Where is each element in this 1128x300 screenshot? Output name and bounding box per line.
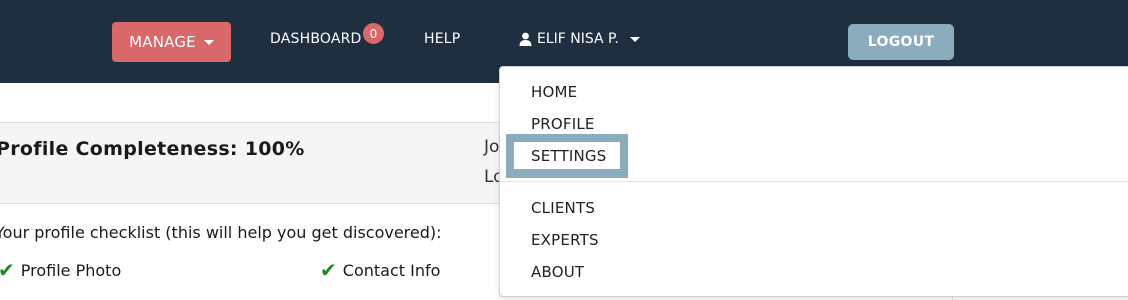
checkmark-icon: ✔	[0, 258, 15, 282]
checklist-item-label: Profile Photo	[20, 260, 122, 280]
caret-down-icon	[203, 39, 214, 45]
menu-item-home[interactable]: HOME	[531, 83, 577, 101]
manage-label: MANAGE	[129, 33, 196, 51]
user-icon	[519, 32, 532, 46]
user-dropdown-menu: HOME PROFILE SETTINGS CLIENTS EXPERTS AB…	[499, 66, 1128, 297]
menu-item-settings[interactable]: SETTINGS	[531, 147, 606, 165]
menu-item-experts[interactable]: EXPERTS	[531, 231, 599, 249]
checklist-item-profile-photo: ✔ Profile Photo	[0, 260, 121, 280]
dashboard-notification-badge: 0	[362, 22, 385, 45]
menu-divider	[500, 181, 1128, 182]
nav-dashboard-link[interactable]: DASHBOARD	[270, 31, 362, 47]
user-menu-toggle[interactable]: ELIF NISA P.	[519, 31, 640, 47]
profile-meta-line-1: Jo	[484, 137, 500, 157]
nav-help-link[interactable]: HELP	[424, 31, 460, 47]
checkmark-icon: ✔	[320, 258, 337, 282]
profile-completeness-heading: Profile Completeness: 100%	[0, 138, 305, 160]
user-name-label: ELIF NISA P.	[537, 31, 619, 47]
menu-item-about[interactable]: ABOUT	[531, 263, 584, 281]
logout-button[interactable]: LOGOUT	[848, 24, 954, 60]
checklist-intro-text: Your profile checklist (this will help y…	[0, 223, 442, 242]
caret-down-icon	[629, 36, 640, 42]
checklist-item-label: Contact Info	[342, 260, 441, 280]
manage-dropdown-button[interactable]: MANAGE	[112, 22, 231, 62]
menu-item-clients[interactable]: CLIENTS	[531, 199, 595, 217]
menu-item-profile[interactable]: PROFILE	[531, 115, 595, 133]
logout-label: LOGOUT	[867, 34, 935, 50]
checklist-item-contact-info: ✔ Contact Info	[320, 260, 440, 280]
